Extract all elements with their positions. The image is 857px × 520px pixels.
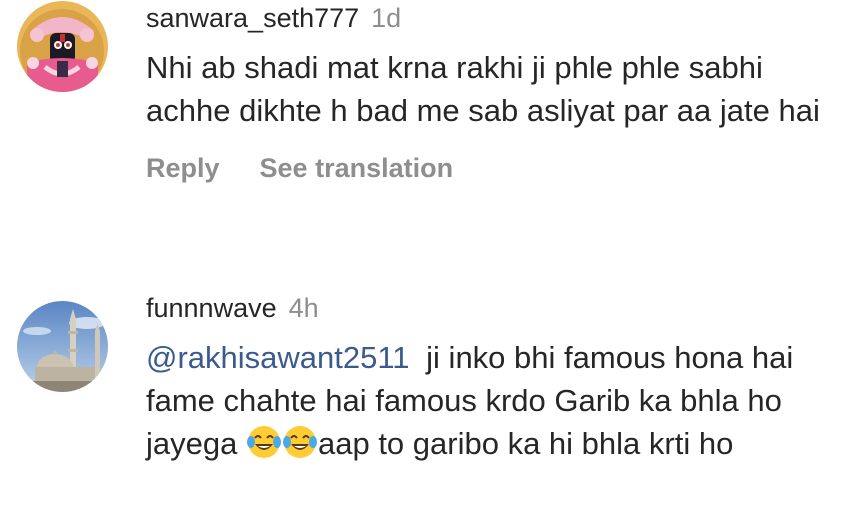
comment: funnnwave 4h @rakhisawant2511 ji inko bhi… xyxy=(0,290,857,520)
timestamp: 1d xyxy=(371,3,402,33)
comment-body: funnnwave 4h @rakhisawant2511 ji inko bhi… xyxy=(146,290,837,465)
mention-link[interactable]: @rakhisawant2511 xyxy=(146,340,410,375)
monument-avatar-icon xyxy=(17,301,108,392)
comment-header: sanwara_seth777 1d xyxy=(146,0,837,36)
face-with-tears-of-joy-icon xyxy=(246,426,281,458)
comment-header: funnnwave 4h xyxy=(146,290,837,326)
comment-body: sanwara_seth777 1d Nhi ab shadi mat krna … xyxy=(146,0,837,186)
username[interactable]: sanwara_seth777 xyxy=(146,3,359,33)
face-with-tears-of-joy-icon xyxy=(282,426,317,458)
comment: sanwara_seth777 1d Nhi ab shadi mat krna … xyxy=(0,0,857,260)
comment-actions: Reply See translation xyxy=(146,150,837,186)
reply-button[interactable]: Reply xyxy=(146,153,220,183)
avatar[interactable] xyxy=(17,1,108,92)
deity-avatar-icon xyxy=(17,1,108,92)
comment-text: @rakhisawant2511 ji inko bhi famous hona… xyxy=(146,336,836,465)
comment-text: Nhi ab shadi mat krna rakhi ji phle phle… xyxy=(146,50,820,128)
see-translation-button[interactable]: See translation xyxy=(260,153,454,183)
comment-text-part: aap to garibo ka hi bhla krti ho xyxy=(317,426,734,461)
avatar[interactable] xyxy=(17,301,108,392)
timestamp: 4h xyxy=(288,293,319,323)
username[interactable]: funnnwave xyxy=(146,293,277,323)
